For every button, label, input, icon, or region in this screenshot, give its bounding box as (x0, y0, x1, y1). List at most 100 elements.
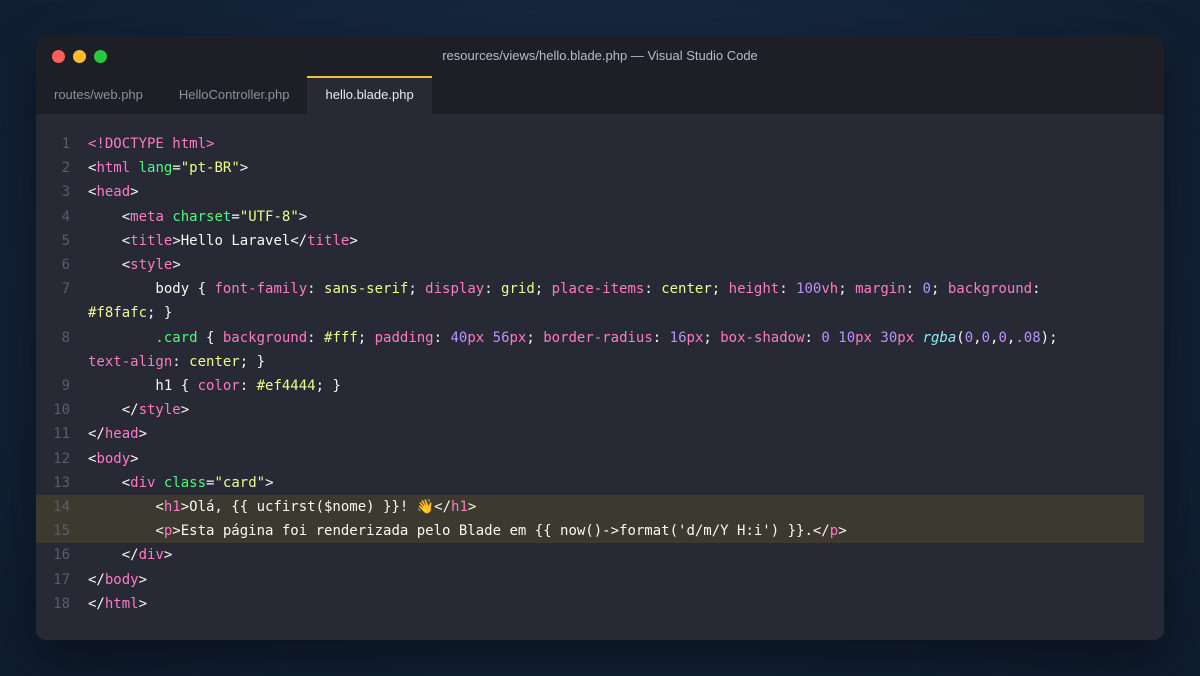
line-number: 9 (61, 378, 70, 395)
code-token: ; (838, 281, 856, 298)
code-line: 12 <body> (36, 447, 1164, 471)
code-text: <div class="card"> (88, 471, 1164, 495)
code-token: background (947, 281, 1033, 298)
code-token: html (104, 595, 139, 612)
code-token: px (855, 329, 872, 346)
code-text: <html lang="pt-BR"> (88, 156, 1164, 180)
code-token: ; (711, 281, 729, 298)
code-token: div (130, 474, 156, 491)
code-text: <style> (88, 253, 1164, 277)
code-token: div (138, 547, 164, 564)
title-bar: resources/views/hello.blade.php — Visual… (36, 36, 1164, 76)
code-text: </html> (88, 592, 1164, 616)
code-token: , (973, 329, 982, 346)
code-token: ; } (147, 305, 173, 322)
code-token: h1 (451, 499, 468, 516)
code-token: >Olá, {{ ucfirst($nome) }}! 👋</ (180, 499, 452, 516)
code-token: title (307, 232, 350, 249)
code-text: <title>Hello Laravel</title> (88, 229, 1164, 253)
code-token: < (88, 232, 131, 249)
code-token: ; (357, 329, 375, 346)
code-token: background (222, 329, 308, 346)
code-line: 6 <style> (36, 253, 1164, 277)
code-token: : (172, 353, 190, 370)
code-token: px (686, 329, 704, 346)
line-number: 7 (61, 281, 70, 298)
code-line: text-align: center; } (36, 350, 1164, 374)
code-text: </style> (88, 398, 1164, 422)
code-token: > (130, 184, 139, 201)
code-token: class (163, 474, 207, 491)
code-token: = (172, 160, 181, 177)
code-text: <meta charset="UTF-8"> (88, 205, 1164, 229)
code-token: lang (138, 160, 173, 177)
line-number: 5 (61, 232, 70, 249)
code-token: < (88, 257, 131, 274)
code-token: ; (526, 329, 544, 346)
code-line: 4 <meta charset="UTF-8"> (36, 205, 1164, 229)
code-token: #ef4444 (256, 378, 316, 395)
tab-hello-blade[interactable]: hello.blade.php (307, 76, 432, 114)
code-token: place-items (551, 281, 645, 298)
line-number: 8 (61, 329, 70, 346)
code-token: > (298, 208, 308, 225)
code-token: #fff (324, 329, 358, 346)
line-number: 10 (53, 402, 70, 419)
code-token: 16 (669, 329, 687, 346)
code-token: border-radius (543, 329, 653, 346)
code-token: > (138, 426, 148, 443)
line-number: 6 (61, 257, 70, 274)
code-token: > (180, 402, 190, 419)
code-token: body { (88, 281, 215, 298)
code-editor[interactable]: 1 <!DOCTYPE html> 2 <html lang="pt-BR"> 3 <he… (36, 114, 1164, 616)
code-line: 16 </div> (36, 543, 1164, 567)
code-token: > (130, 450, 139, 467)
code-line: 13 <div class="card"> (36, 471, 1164, 495)
code-token: <!DOCTYPE html> (88, 136, 215, 152)
code-token: px (509, 329, 527, 346)
code-token: ( (956, 329, 965, 346)
code-token: > (349, 232, 358, 249)
line-number: 2 (61, 160, 70, 177)
code-token: </ (88, 595, 105, 612)
code-token: html (96, 160, 131, 177)
code-line: 5 <title>Hello Laravel</title> (36, 229, 1164, 253)
code-token: height (728, 281, 780, 298)
code-token: < (88, 499, 164, 516)
code-line: #f8fafc; } (36, 301, 1164, 325)
code-token: body (96, 450, 131, 467)
code-token: : (652, 329, 670, 346)
code-token: ); (1040, 329, 1058, 346)
code-token: font-family (214, 281, 308, 298)
code-token: </ (88, 426, 105, 443)
code-token: "card" (214, 474, 266, 491)
code-line: 10 </style> (36, 398, 1164, 422)
code-token: ; (408, 281, 426, 298)
code-text: </head> (88, 422, 1164, 446)
tab-routes-web[interactable]: routes/web.php (36, 76, 161, 114)
code-token: title (130, 232, 173, 249)
code-text: </div> (88, 543, 1164, 567)
code-token: color (197, 378, 240, 395)
code-line: 1 <!DOCTYPE html> (36, 132, 1164, 156)
code-token: </ (88, 547, 139, 564)
code-token: 10 (838, 329, 856, 346)
code-token: display (425, 281, 485, 298)
code-token: > (163, 547, 173, 564)
code-token: : (1032, 281, 1041, 298)
line-number: 18 (53, 595, 70, 612)
code-token: </ (88, 571, 105, 588)
code-token: 0 (821, 329, 830, 346)
line-number: 13 (53, 474, 70, 491)
code-token: charset (172, 208, 232, 225)
code-token: .card (88, 329, 198, 346)
code-token: { (197, 329, 223, 346)
code-text: < p>Esta página foi renderizada pelo Blad… (88, 519, 1144, 543)
tab-hello-controller[interactable]: HelloController.php (161, 76, 308, 114)
code-token: 0 (998, 329, 1007, 346)
window-title: resources/views/hello.blade.php — Visual… (442, 48, 758, 63)
code-token: : (905, 281, 923, 298)
